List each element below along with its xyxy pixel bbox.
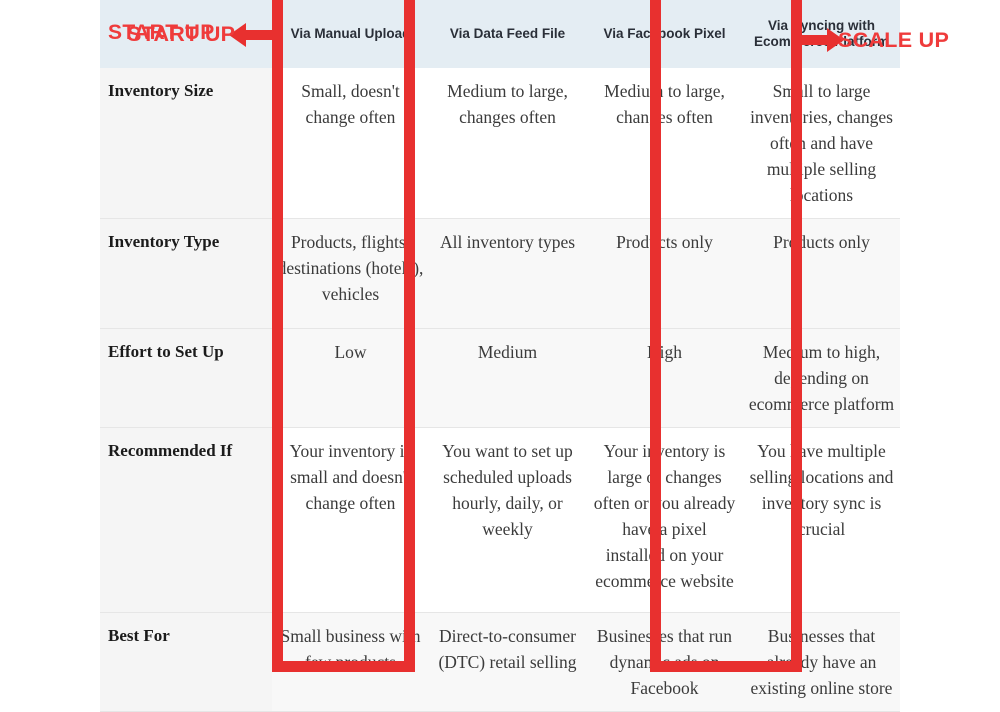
cell-inventory-type-manual-upload: Products, flights, destinations (hotels)… xyxy=(272,218,429,329)
table-row: Best For Small business with few product… xyxy=(100,612,900,712)
cell-effort-manual-upload: Low xyxy=(272,328,429,428)
column-header-data-feed-file: Via Data Feed File xyxy=(429,0,586,68)
cell-inventory-type-data-feed-file: All inventory types xyxy=(429,218,586,329)
table-body: Inventory Size Small, doesn't change oft… xyxy=(100,68,900,712)
column-header-facebook-pixel: Via Facebook Pixel xyxy=(586,0,743,68)
cell-effort-facebook-pixel: High xyxy=(586,328,743,428)
cell-inventory-size-manual-upload: Small, doesn't change often xyxy=(272,68,429,219)
table-row: Effort to Set Up Low Medium High Medium … xyxy=(100,328,900,428)
cell-recommended-ecommerce-sync: You have multiple selling locations and … xyxy=(743,427,900,613)
table-row: Inventory Type Products, flights, destin… xyxy=(100,218,900,329)
cell-inventory-size-ecommerce-sync: Small to large inventories, changes ofte… xyxy=(743,68,900,219)
cell-inventory-type-facebook-pixel: Products only xyxy=(586,218,743,329)
cell-recommended-facebook-pixel: Your inventory is large or changes often… xyxy=(586,427,743,613)
cell-recommended-data-feed-file: You want to set up scheduled uploads hou… xyxy=(429,427,586,613)
table-row: Inventory Size Small, doesn't change oft… xyxy=(100,68,900,219)
table-row: Recommended If Your inventory is small a… xyxy=(100,427,900,613)
scale-up-label: SCALE UP xyxy=(838,28,950,52)
column-header-manual-upload: Via Manual Upload xyxy=(272,0,429,68)
cell-inventory-size-facebook-pixel: Medium to large, changes often xyxy=(586,68,743,219)
cell-effort-data-feed-file: Medium xyxy=(429,328,586,428)
cell-recommended-manual-upload: Your inventory is small and doesn't chan… xyxy=(272,427,429,613)
start-up-label: START UP xyxy=(127,22,236,46)
row-label-inventory-size: Inventory Size xyxy=(100,68,272,219)
row-label-best-for: Best For xyxy=(100,612,272,712)
cell-inventory-size-data-feed-file: Medium to large, changes often xyxy=(429,68,586,219)
cell-effort-ecommerce-sync: Medium to high, depending on ecommerce p… xyxy=(743,328,900,428)
cell-best-for-data-feed-file: Direct-to-consumer (DTC) retail selling xyxy=(429,612,586,712)
cell-best-for-manual-upload: Small business with few products xyxy=(272,612,429,712)
row-label-inventory-type: Inventory Type xyxy=(100,218,272,329)
row-label-effort-to-set-up: Effort to Set Up xyxy=(100,328,272,428)
cell-inventory-type-ecommerce-sync: Products only xyxy=(743,218,900,329)
cell-best-for-ecommerce-sync: Businesses that already have an existing… xyxy=(743,612,900,712)
row-label-recommended-if: Recommended If xyxy=(100,427,272,613)
comparison-table: START UP Via Manual Upload Via Data Feed… xyxy=(100,0,900,712)
cell-best-for-facebook-pixel: Businesses that run dynamic ads on Faceb… xyxy=(586,612,743,712)
comparison-table-graphic: START UP Via Manual Upload Via Data Feed… xyxy=(0,0,1000,712)
